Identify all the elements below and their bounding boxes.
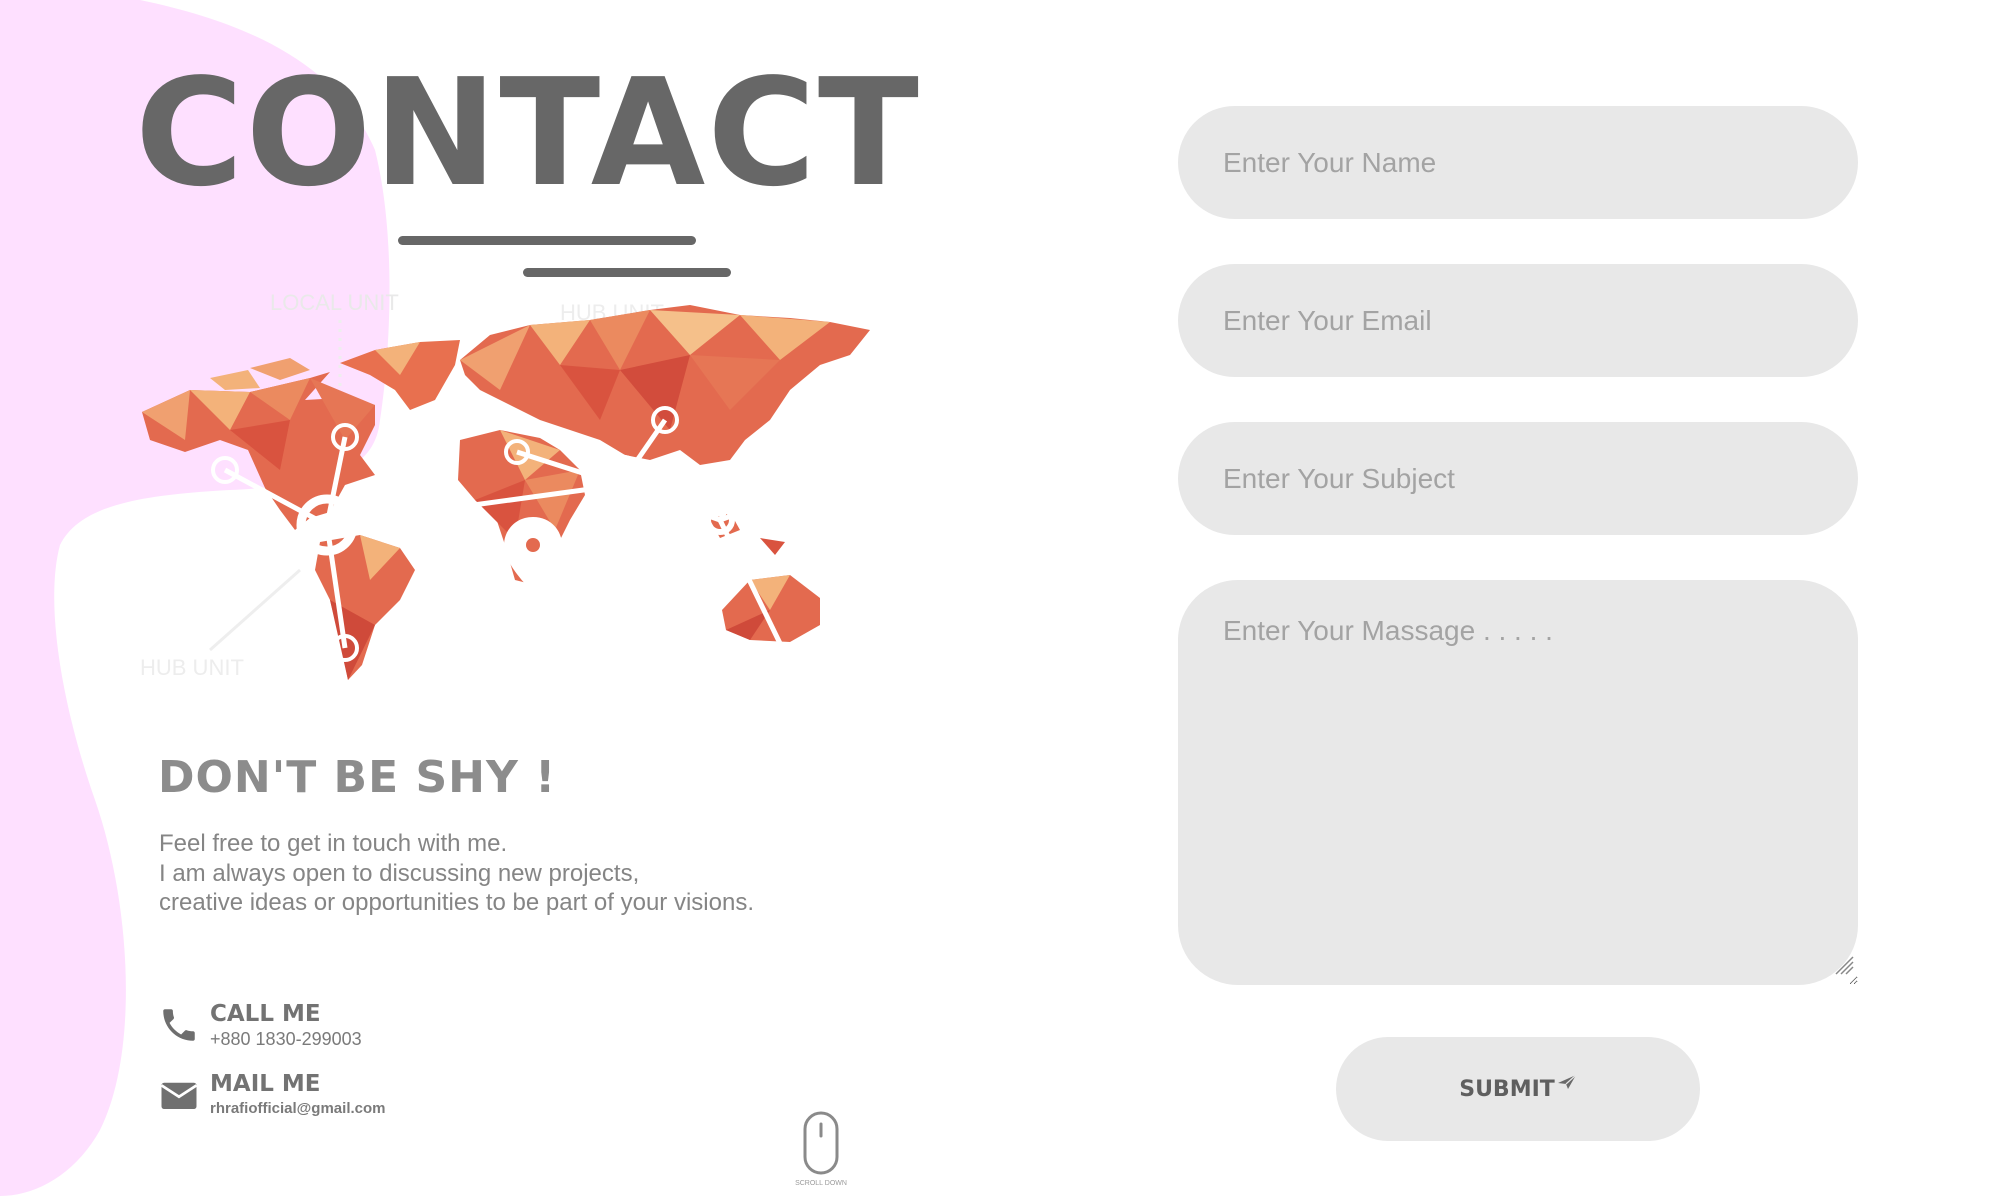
location-pin-icon xyxy=(504,517,562,592)
intro-text: Feel free to get in touch with me. I am … xyxy=(159,829,754,918)
scroll-down-label: SCROLL DOWN xyxy=(795,1180,847,1187)
page-title: CONTACT xyxy=(135,47,921,219)
name-input[interactable] xyxy=(1178,106,1858,219)
subject-input[interactable] xyxy=(1178,422,1858,535)
envelope-icon xyxy=(160,1082,198,1109)
submit-label: SUBMIT xyxy=(1459,1076,1555,1102)
submit-button[interactable]: SUBMIT xyxy=(1336,1037,1700,1141)
phone-number[interactable]: +880 1830-299003 xyxy=(210,1028,362,1050)
title-underline-short xyxy=(523,268,731,277)
world-map-illustration: LOCAL UNIT HUB UNIT HUB UNIT LOCATION xyxy=(140,290,870,681)
mail-me-label: MAIL ME xyxy=(210,1071,321,1097)
map-pin-label: LOCATION xyxy=(507,596,558,607)
intro-line-3: creative ideas or opportunities to be pa… xyxy=(159,889,754,916)
message-textarea[interactable] xyxy=(1178,580,1858,985)
intro-line-2: I am always open to discussing new proje… xyxy=(159,859,640,887)
resize-handle-icon[interactable] xyxy=(1833,954,1855,976)
mouse-icon[interactable] xyxy=(802,1110,840,1176)
intro-line-1: Feel free to get in touch with me. xyxy=(159,830,508,857)
call-me-block: CALL ME +880 1830-299003 xyxy=(158,1000,362,1050)
map-label-local-unit: LOCAL UNIT xyxy=(270,290,399,315)
phone-icon xyxy=(163,1009,195,1041)
title-underline-long xyxy=(398,236,696,245)
call-me-label: CALL ME xyxy=(210,1001,321,1027)
paper-plane-icon xyxy=(1557,1074,1577,1089)
map-label-hub-unit-2: HUB UNIT xyxy=(140,655,244,680)
email-address[interactable]: rhrafiofficial@gmail.com xyxy=(210,1098,386,1120)
mail-me-block: MAIL ME rhrafiofficial@gmail.com xyxy=(158,1070,386,1120)
section-headline: DON'T BE SHY ! xyxy=(158,752,557,803)
email-input[interactable] xyxy=(1178,264,1858,377)
